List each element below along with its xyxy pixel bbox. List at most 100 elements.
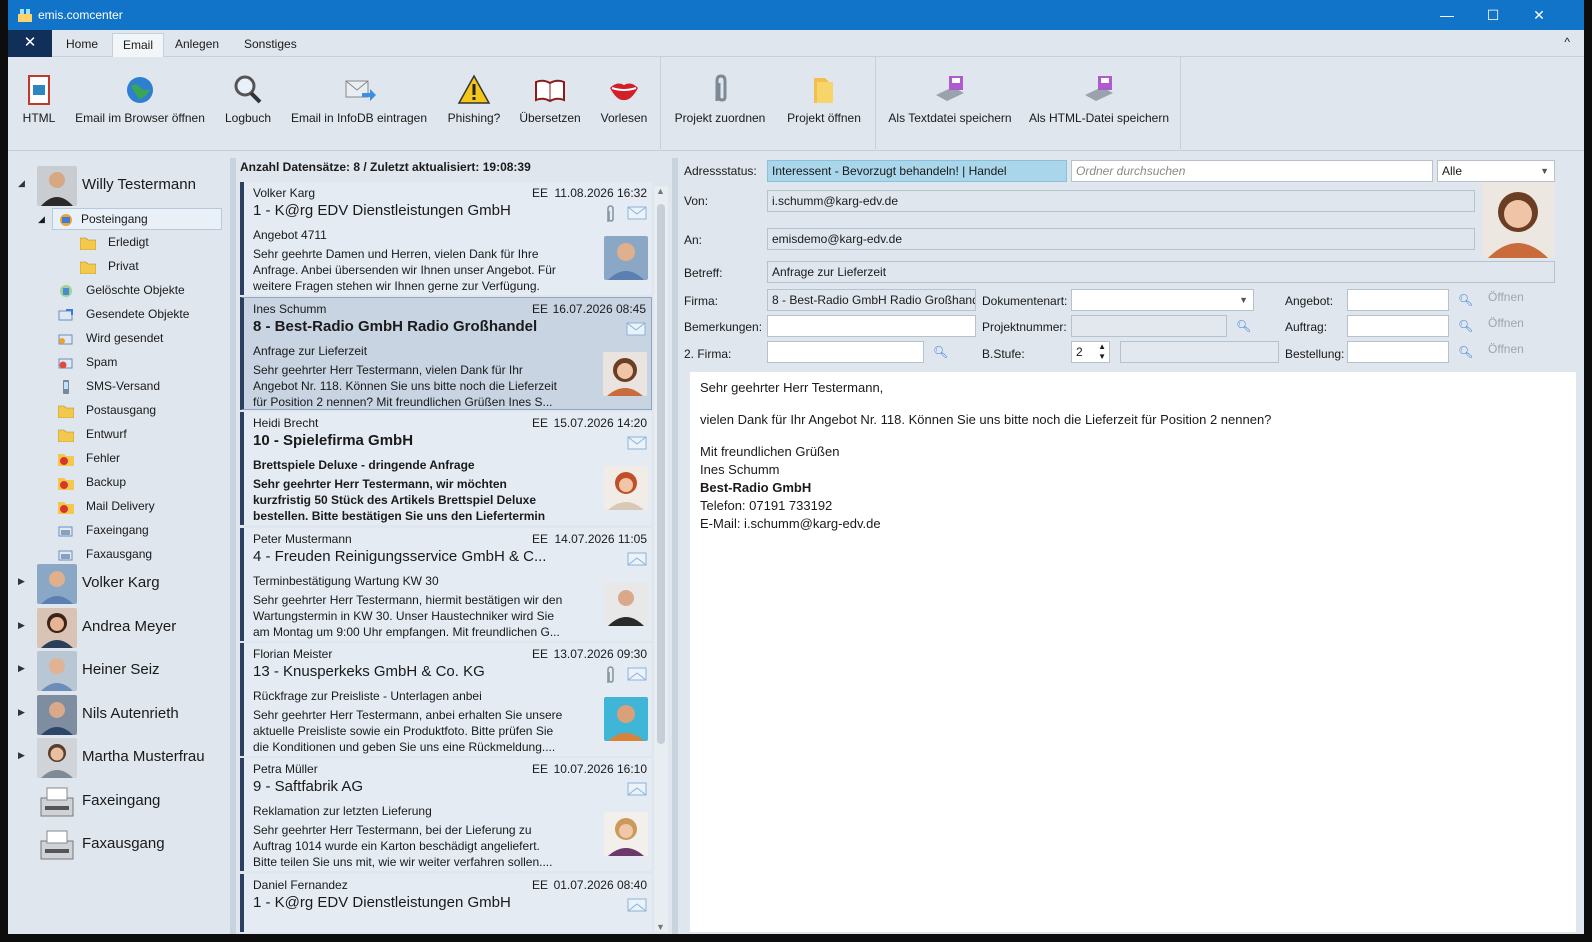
folder-posteingang[interactable]: Posteingang [52,208,222,230]
auftrag-input[interactable] [1347,315,1449,337]
angebot-open-button[interactable]: Öffnen [1488,290,1524,304]
tab-sonstiges[interactable]: Sonstiges [234,33,307,57]
account-andrea-meyer[interactable]: ▶ Andrea Meyer [8,606,230,648]
folder-geloeschte-objekte[interactable]: Gelöschte Objekte [58,280,228,302]
search-icon[interactable]: 🔍︎ [1236,319,1251,333]
read-aloud-button[interactable]: Vorlesen [596,57,652,149]
collapse-arrow-icon[interactable]: ◢ [38,214,45,225]
tab-home[interactable]: Home [56,33,108,57]
remarks-input[interactable] [767,315,976,337]
envelope-icon [627,436,647,450]
bestellung-input[interactable] [1347,341,1449,363]
auftrag-open-button[interactable]: Öffnen [1488,316,1524,330]
scroll-up-icon[interactable]: ▲ [656,186,665,196]
sender-avatar [604,812,648,856]
from-field: i.schumm@karg-edv.de [767,190,1475,212]
paperclip-icon [715,74,727,102]
logbuch-button[interactable]: Logbuch [216,57,280,149]
open-project-button[interactable]: Projekt öffnen [780,57,868,149]
folder-entwurf[interactable]: Entwurf [58,424,228,446]
account-volker-karg[interactable]: ▶ Volker Karg [8,562,230,604]
mail-item[interactable]: Volker Karg EE 11.08.2026 16:32 1 - K@rg… [240,182,652,295]
save-as-text-button[interactable]: Als Textdatei speichern [884,57,1016,149]
search-icon[interactable]: 🔍︎ [933,345,948,359]
minimize-button[interactable]: — [1424,0,1470,30]
filter-select[interactable]: Alle ▼ [1437,160,1555,182]
expand-arrow-icon[interactable]: ▶ [18,750,25,761]
window-title: emis.comcenter [38,8,123,22]
wrench-icon[interactable]: ✕ [8,30,52,57]
collapse-arrow-icon[interactable]: ◢ [18,178,25,189]
save-as-html-button[interactable]: Als HTML-Datei speichern [1026,57,1172,149]
expand-arrow-icon[interactable]: ▶ [18,707,25,718]
avatar [37,695,77,735]
mail-body[interactable]: Sehr geehrter Herr Testermann, vielen Da… [690,372,1576,932]
scrollbar-thumb[interactable] [657,204,665,744]
envelope-icon [626,322,646,336]
second-company-input[interactable] [767,341,924,363]
translate-button[interactable]: Übersetzen [516,57,584,149]
search-icon[interactable]: 🔍︎ [1458,319,1473,333]
left-splitter[interactable] [230,158,236,934]
folder-erledigt[interactable]: Erledigt [80,232,250,254]
open-in-browser-button[interactable]: Email im Browser öffnen [70,57,210,149]
folder-icon [80,237,96,250]
folder-wird-gesendet[interactable]: Wird gesendet [58,328,228,350]
tab-email[interactable]: Email [112,33,165,57]
document-type-select[interactable]: ▼ [1071,289,1254,311]
folder-spam[interactable]: Spam [58,352,228,374]
disk-save-icon [1085,76,1113,101]
main-window: emis.comcenter — ☐ ✕ ✕ Home Email Anlege… [8,0,1584,934]
search-icon[interactable]: 🔍︎ [1458,345,1473,359]
mail-item[interactable]: Petra Müller EE 10.07.2026 16:10 9 - Saf… [240,758,652,871]
folder-gesendete-objekte[interactable]: Gesendete Objekte [58,304,228,326]
stepper-arrows-icon[interactable]: ▲ ▼ [1098,342,1106,362]
envelope-open-icon [627,898,647,912]
bstufe-description-field [1120,341,1279,363]
expand-arrow-icon[interactable]: ▶ [18,663,25,674]
error-folder-icon [58,478,74,490]
mail-item-selected[interactable]: Ines Schumm EE 16.07.2026 08:45 8 - Best… [240,297,652,410]
company-field[interactable]: 8 - Best-Radio GmbH Radio Großhandel [767,289,976,311]
maximize-button[interactable]: ☐ [1470,0,1516,30]
account-nils-autenrieth[interactable]: ▶ Nils Autenrieth [8,693,230,735]
account-willy-testermann[interactable]: ◢ Willy Testermann [8,164,230,206]
folder-icon [58,405,74,418]
expand-arrow-icon[interactable]: ▶ [18,620,25,631]
expand-arrow-icon[interactable]: ▶ [18,576,25,587]
right-splitter[interactable] [672,158,678,934]
tab-anlegen[interactable]: Anlegen [165,33,229,57]
account-faxausgang[interactable]: Faxausgang [8,823,230,865]
mail-item[interactable]: Heidi Brecht EE 15.07.2026 14:20 10 - Sp… [240,412,652,525]
folder-sms-versand[interactable]: SMS-Versand [58,376,228,398]
folder-fehler[interactable]: Fehler [58,448,228,470]
collapse-ribbon-icon[interactable]: ^ [1564,35,1570,49]
bestellung-open-button[interactable]: Öffnen [1488,342,1524,356]
folder-mail-delivery[interactable]: Mail Delivery [58,496,228,518]
folder-search-input[interactable]: Ordner durchsuchen [1071,160,1433,182]
folder-postausgang[interactable]: Postausgang [58,400,228,422]
html-button[interactable]: HTML [14,57,64,149]
mail-item[interactable]: Florian Meister EE 13.07.2026 09:30 13 -… [240,643,652,756]
scroll-down-icon[interactable]: ▼ [656,922,665,932]
angebot-input[interactable] [1347,289,1449,311]
project-number-input[interactable] [1071,315,1227,337]
email-infodb-button[interactable]: Email in InfoDB eintragen [288,57,430,149]
bstufe-stepper[interactable]: 2 ▲ ▼ [1071,341,1110,363]
account-martha-musterfrau[interactable]: ▶ Martha Musterfrau [8,736,230,778]
close-button[interactable]: ✕ [1516,0,1562,30]
mail-item[interactable]: Peter Mustermann EE 14.07.2026 11:05 4 -… [240,528,652,641]
sender-avatar [603,352,647,396]
account-faxeingang[interactable]: Faxeingang [8,780,230,822]
envelope-open-icon [627,667,647,681]
fax-machine-icon [40,830,74,860]
folder-backup[interactable]: Backup [58,472,228,494]
phishing-button[interactable]: Phishing? [444,57,504,149]
mail-list-scrollbar[interactable]: ▲ ▼ [654,186,668,932]
folder-privat[interactable]: Privat [80,256,250,278]
mail-item[interactable]: Daniel Fernandez EE 01.07.2026 08:40 1 -… [240,874,652,932]
account-heiner-seiz[interactable]: ▶ Heiner Seiz [8,649,230,691]
search-icon[interactable]: 🔍︎ [1458,293,1473,307]
folder-faxeingang[interactable]: Faxeingang [58,520,228,542]
assign-project-button[interactable]: Projekt zuordnen [668,57,772,149]
